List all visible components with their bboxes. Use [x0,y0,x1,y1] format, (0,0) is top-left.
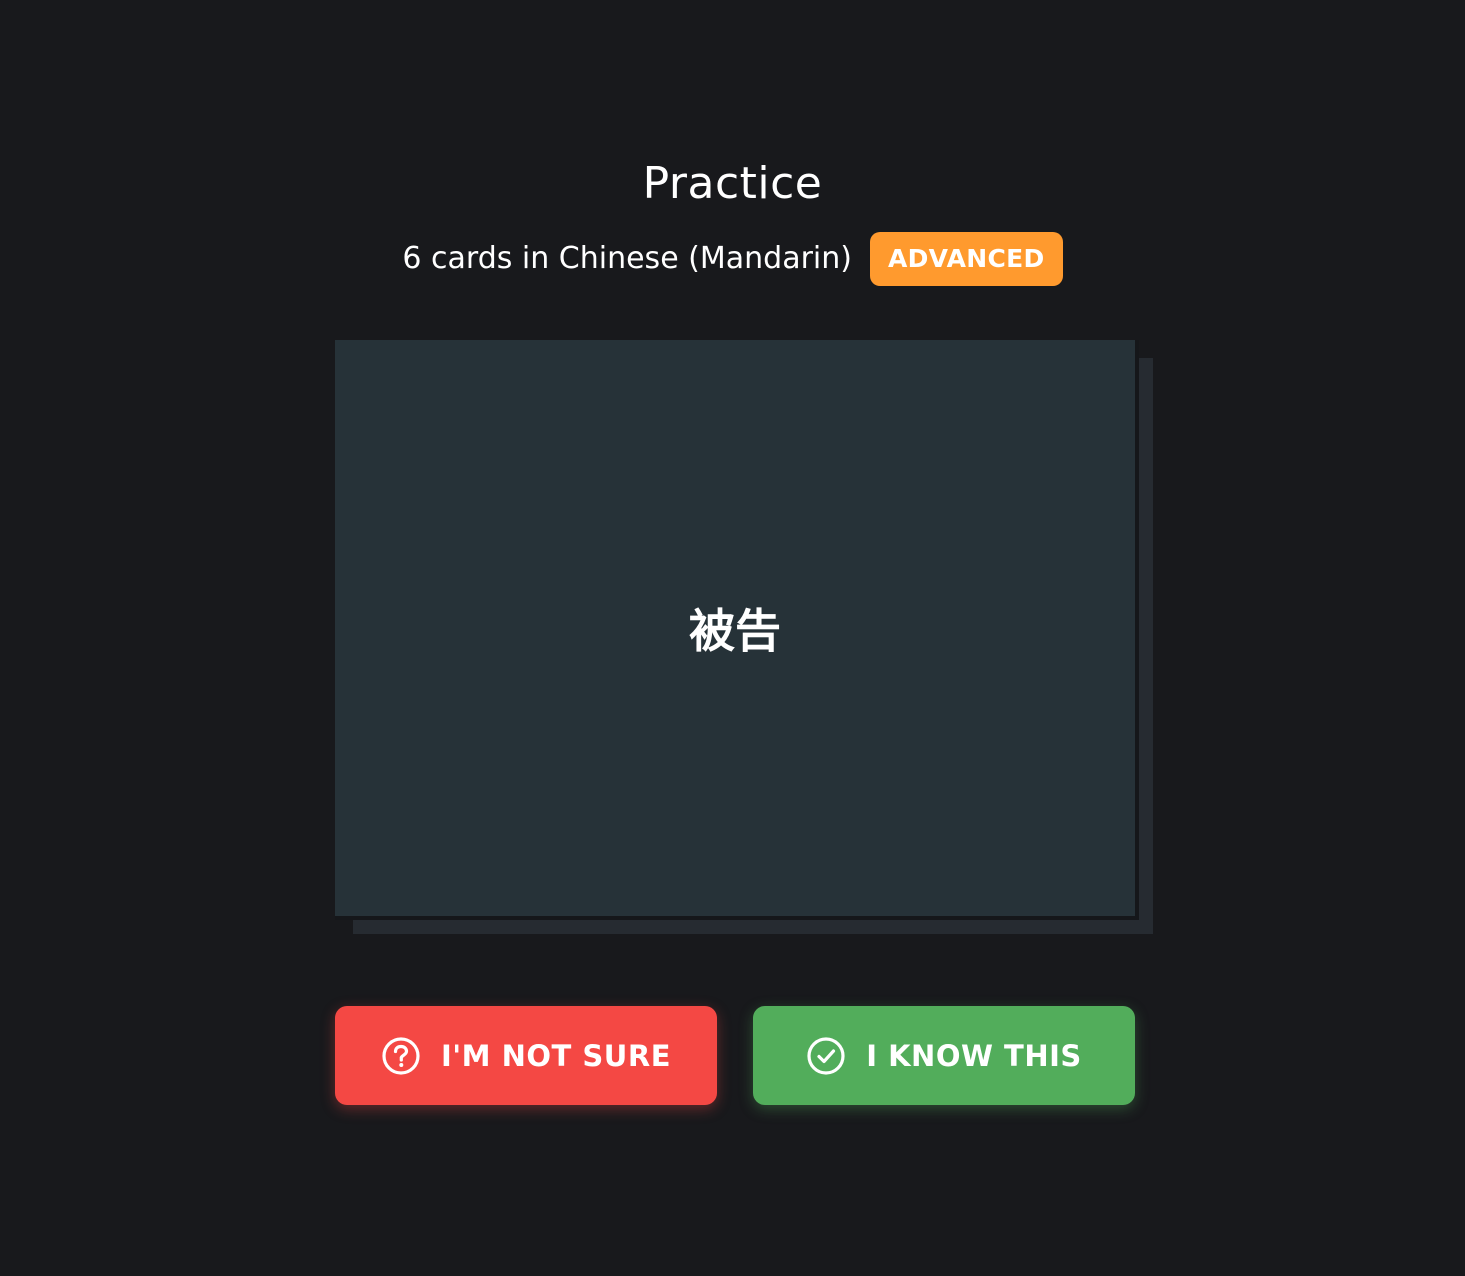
know-this-label: I KNOW THIS [866,1038,1082,1073]
flashcard[interactable]: 被告 [335,340,1139,920]
level-badge: ADVANCED [869,232,1063,286]
practice-page: Practice 6 cards in Chinese (Mandarin) A… [0,0,1465,1276]
flashcard-term: 被告 [689,604,781,658]
check-circle-icon [806,1036,846,1076]
deck-subtitle: 6 cards in Chinese (Mandarin) [402,241,852,276]
deck-info: 6 cards in Chinese (Mandarin) ADVANCED [0,232,1465,286]
not-sure-button[interactable]: I'M NOT SURE [335,1006,717,1105]
know-this-button[interactable]: I KNOW THIS [753,1006,1135,1105]
not-sure-label: I'M NOT SURE [441,1038,671,1073]
page-title: Practice [642,158,823,209]
question-circle-icon [381,1036,421,1076]
